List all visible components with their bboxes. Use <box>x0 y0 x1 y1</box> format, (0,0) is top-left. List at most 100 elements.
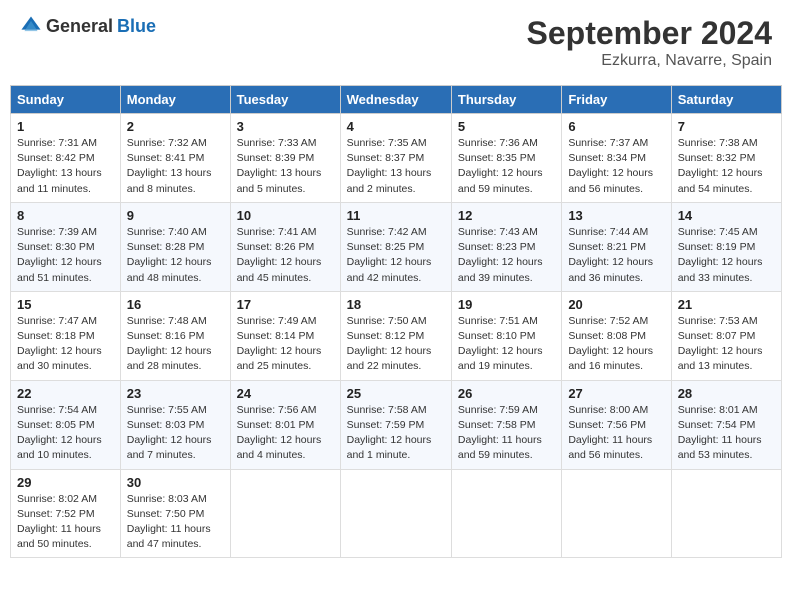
day-number: 4 <box>347 119 445 134</box>
calendar-week-5: 29Sunrise: 8:02 AMSunset: 7:52 PMDayligh… <box>11 469 782 558</box>
day-number: 2 <box>127 119 224 134</box>
day-number: 27 <box>568 386 664 401</box>
day-number: 12 <box>458 208 555 223</box>
calendar-cell: 2 Sunrise: 7:32 AMSunset: 8:41 PMDaylight… <box>120 114 230 203</box>
day-number: 18 <box>347 297 445 312</box>
day-info: Sunrise: 7:44 AMSunset: 8:21 PMDaylight:… <box>568 225 664 286</box>
day-number: 5 <box>458 119 555 134</box>
calendar-cell: 14Sunrise: 7:45 AMSunset: 8:19 PMDayligh… <box>671 202 781 291</box>
day-info: Sunrise: 8:01 AMSunset: 7:54 PMDaylight:… <box>678 403 775 464</box>
day-header-thursday: Thursday <box>451 86 561 114</box>
calendar-cell: 21 Sunrise: 7:53 AMSunset: 8:07 PMDayligh… <box>671 291 781 380</box>
logo-icon <box>20 15 42 37</box>
calendar-cell: 7 Sunrise: 7:38 AMSunset: 8:32 PMDaylight… <box>671 114 781 203</box>
calendar-cell: 22 Sunrise: 7:54 AMSunset: 8:05 PMDayligh… <box>11 380 121 469</box>
calendar-cell: 26Sunrise: 7:59 AMSunset: 7:58 PMDayligh… <box>451 380 561 469</box>
calendar-header-row: SundayMondayTuesdayWednesdayThursdayFrid… <box>11 86 782 114</box>
calendar-week-2: 8Sunrise: 7:39 AMSunset: 8:30 PMDaylight… <box>11 202 782 291</box>
day-header-tuesday: Tuesday <box>230 86 340 114</box>
day-number: 16 <box>127 297 224 312</box>
day-number: 21 <box>678 297 775 312</box>
calendar-cell: 24 Sunrise: 7:56 AMSunset: 8:01 PMDayligh… <box>230 380 340 469</box>
calendar-cell: 6 Sunrise: 7:37 AMSunset: 8:34 PMDaylight… <box>562 114 671 203</box>
calendar-cell <box>451 469 561 558</box>
day-info: Sunrise: 7:38 AMSunset: 8:32 PMDaylight:… <box>678 136 775 197</box>
day-info: Sunrise: 7:55 AMSunset: 8:03 PMDaylight:… <box>127 403 224 464</box>
day-number: 22 <box>17 386 114 401</box>
calendar-cell <box>671 469 781 558</box>
day-header-sunday: Sunday <box>11 86 121 114</box>
calendar-cell: 19 Sunrise: 7:51 AMSunset: 8:10 PMDayligh… <box>451 291 561 380</box>
calendar-cell: 29Sunrise: 8:02 AMSunset: 7:52 PMDayligh… <box>11 469 121 558</box>
day-number: 9 <box>127 208 224 223</box>
day-number: 6 <box>568 119 664 134</box>
month-title: September 2024 <box>527 15 772 52</box>
day-number: 15 <box>17 297 114 312</box>
day-number: 11 <box>347 208 445 223</box>
day-number: 10 <box>237 208 334 223</box>
day-info: Sunrise: 7:54 AMSunset: 8:05 PMDaylight:… <box>17 403 114 464</box>
day-info: Sunrise: 7:56 AMSunset: 8:01 PMDaylight:… <box>237 403 334 464</box>
day-number: 19 <box>458 297 555 312</box>
day-info: Sunrise: 7:36 AMSunset: 8:35 PMDaylight:… <box>458 136 555 197</box>
calendar-cell: 3Sunrise: 7:33 AMSunset: 8:39 PMDaylight… <box>230 114 340 203</box>
day-number: 13 <box>568 208 664 223</box>
day-info: Sunrise: 7:33 AMSunset: 8:39 PMDaylight:… <box>237 136 334 197</box>
day-info: Sunrise: 7:51 AMSunset: 8:10 PMDaylight:… <box>458 314 555 375</box>
day-info: Sunrise: 7:52 AMSunset: 8:08 PMDaylight:… <box>568 314 664 375</box>
calendar-cell: 12 Sunrise: 7:43 AMSunset: 8:23 PMDayligh… <box>451 202 561 291</box>
calendar-cell: 28 Sunrise: 8:01 AMSunset: 7:54 PMDayligh… <box>671 380 781 469</box>
day-info: Sunrise: 8:00 AMSunset: 7:56 PMDaylight:… <box>568 403 664 464</box>
day-number: 1 <box>17 119 114 134</box>
day-info: Sunrise: 7:42 AMSunset: 8:25 PMDaylight:… <box>347 225 445 286</box>
page-header: GeneralBlue September 2024 Ezkurra, Nava… <box>10 10 782 75</box>
calendar-cell <box>340 469 451 558</box>
day-info: Sunrise: 7:43 AMSunset: 8:23 PMDaylight:… <box>458 225 555 286</box>
calendar-cell: 15 Sunrise: 7:47 AMSunset: 8:18 PMDayligh… <box>11 291 121 380</box>
calendar-cell: 1 Sunrise: 7:31 AMSunset: 8:42 PMDaylight… <box>11 114 121 203</box>
calendar-cell: 27 Sunrise: 8:00 AMSunset: 7:56 PMDayligh… <box>562 380 671 469</box>
calendar-cell: 10 Sunrise: 7:41 AMSunset: 8:26 PMDayligh… <box>230 202 340 291</box>
day-number: 20 <box>568 297 664 312</box>
calendar-cell: 4Sunrise: 7:35 AMSunset: 8:37 PMDaylight… <box>340 114 451 203</box>
day-info: Sunrise: 7:31 AMSunset: 8:42 PMDaylight:… <box>17 136 114 197</box>
day-info: Sunrise: 7:48 AMSunset: 8:16 PMDaylight:… <box>127 314 224 375</box>
calendar-cell: 20 Sunrise: 7:52 AMSunset: 8:08 PMDayligh… <box>562 291 671 380</box>
calendar-table: SundayMondayTuesdayWednesdayThursdayFrid… <box>10 85 782 558</box>
day-number: 28 <box>678 386 775 401</box>
day-info: Sunrise: 7:32 AMSunset: 8:41 PMDaylight:… <box>127 136 224 197</box>
day-number: 17 <box>237 297 334 312</box>
day-info: Sunrise: 8:03 AMSunset: 7:50 PMDaylight:… <box>127 492 224 553</box>
location-title: Ezkurra, Navarre, Spain <box>527 52 772 70</box>
calendar-cell: 16 Sunrise: 7:48 AMSunset: 8:16 PMDayligh… <box>120 291 230 380</box>
logo-blue: Blue <box>117 16 156 37</box>
day-number: 24 <box>237 386 334 401</box>
day-number: 7 <box>678 119 775 134</box>
day-info: Sunrise: 7:49 AMSunset: 8:14 PMDaylight:… <box>237 314 334 375</box>
calendar-cell: 17 Sunrise: 7:49 AMSunset: 8:14 PMDayligh… <box>230 291 340 380</box>
day-header-saturday: Saturday <box>671 86 781 114</box>
day-header-friday: Friday <box>562 86 671 114</box>
calendar-cell: 25Sunrise: 7:58 AMSunset: 7:59 PMDayligh… <box>340 380 451 469</box>
calendar-cell <box>562 469 671 558</box>
day-header-monday: Monday <box>120 86 230 114</box>
calendar-cell: 18 Sunrise: 7:50 AMSunset: 8:12 PMDayligh… <box>340 291 451 380</box>
day-info: Sunrise: 8:02 AMSunset: 7:52 PMDaylight:… <box>17 492 114 553</box>
day-info: Sunrise: 7:40 AMSunset: 8:28 PMDaylight:… <box>127 225 224 286</box>
day-info: Sunrise: 7:58 AMSunset: 7:59 PMDaylight:… <box>347 403 445 464</box>
day-info: Sunrise: 7:41 AMSunset: 8:26 PMDaylight:… <box>237 225 334 286</box>
day-info: Sunrise: 7:47 AMSunset: 8:18 PMDaylight:… <box>17 314 114 375</box>
day-info: Sunrise: 7:53 AMSunset: 8:07 PMDaylight:… <box>678 314 775 375</box>
day-info: Sunrise: 7:50 AMSunset: 8:12 PMDaylight:… <box>347 314 445 375</box>
calendar-cell: 8Sunrise: 7:39 AMSunset: 8:30 PMDaylight… <box>11 202 121 291</box>
calendar-week-1: 1 Sunrise: 7:31 AMSunset: 8:42 PMDaylight… <box>11 114 782 203</box>
day-number: 14 <box>678 208 775 223</box>
logo-general: General <box>46 16 113 37</box>
title-block: September 2024 Ezkurra, Navarre, Spain <box>527 15 772 70</box>
calendar-cell: 30Sunrise: 8:03 AMSunset: 7:50 PMDayligh… <box>120 469 230 558</box>
day-info: Sunrise: 7:37 AMSunset: 8:34 PMDaylight:… <box>568 136 664 197</box>
calendar-week-4: 22 Sunrise: 7:54 AMSunset: 8:05 PMDayligh… <box>11 380 782 469</box>
day-number: 8 <box>17 208 114 223</box>
calendar-cell: 9 Sunrise: 7:40 AMSunset: 8:28 PMDaylight… <box>120 202 230 291</box>
calendar-cell: 13 Sunrise: 7:44 AMSunset: 8:21 PMDayligh… <box>562 202 671 291</box>
